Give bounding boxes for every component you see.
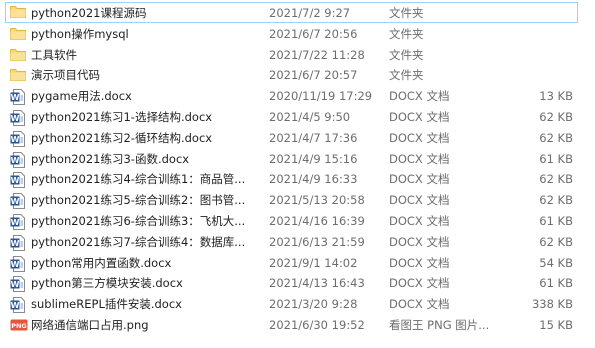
file-size: 15 KB (539, 317, 573, 332)
file-date-modified: 2020/11/19 17:29 (269, 89, 373, 104)
file-name: 工具软件 (31, 47, 77, 62)
file-size: 13 KB (539, 89, 573, 104)
file-type: DOCX 文档 (389, 255, 450, 270)
file-date-modified: 2021/4/9 16:33 (269, 172, 358, 187)
file-name: 网络通信端口占用.png (31, 317, 149, 332)
file-type: DOCX 文档 (389, 193, 450, 208)
file-type: 文件夹 (389, 47, 424, 62)
file-row[interactable]: 演示项目代码 2021/6/7 20:57 文件夹 (0, 64, 595, 85)
file-row[interactable]: Wpython2021练习4-综合训练1：商品管... 2021/4/9 16:3… (0, 168, 595, 189)
file-type: DOCX 文档 (389, 213, 450, 228)
file-size: 54 KB (539, 255, 573, 270)
file-name: python2021练习1-选择结构.docx (31, 109, 213, 124)
file-date-modified: 2021/3/20 9:28 (269, 297, 358, 312)
file-row[interactable]: Wpython常用内置函数.docx 2021/9/1 14:02 DOCX 文档 5… (0, 252, 595, 273)
file-date-modified: 2021/6/13 21:59 (269, 234, 365, 249)
file-date-modified: 2021/4/9 15:16 (269, 151, 358, 166)
file-size: 62 KB (539, 130, 573, 145)
file-row[interactable]: python操作mysql 2021/6/7 20:56 文件夹 (0, 23, 595, 44)
file-size: 338 KB (531, 297, 573, 312)
file-type: DOCX 文档 (389, 276, 450, 291)
file-row[interactable]: Wpython第三方模块安装.docx 2021/4/13 16:43 DOCX 文… (0, 272, 595, 293)
file-date-modified: 2021/4/13 16:43 (269, 276, 365, 291)
file-row[interactable]: Wpygame用法.docx 2020/11/19 17:29 DOCX 文档 13 … (0, 85, 595, 106)
file-date-modified: 2021/4/7 17:36 (269, 130, 358, 145)
file-name: 演示项目代码 (31, 68, 100, 83)
file-type: DOCX 文档 (389, 130, 450, 145)
file-row[interactable]: WsublimeREPL插件安装.docx 2021/3/20 9:28 DOCX … (0, 293, 595, 314)
file-size: 62 KB (539, 109, 573, 124)
file-row[interactable]: Wpython2021练习3-函数.docx 2021/4/9 15:16 DOCX… (0, 148, 595, 169)
file-name: python2021练习2-循环结构.docx (31, 130, 213, 145)
file-row[interactable]: Wpython2021练习2-循环结构.docx 2021/4/7 17:36 DO… (0, 127, 595, 148)
file-date-modified: 2021/7/22 11:28 (269, 47, 365, 62)
file-date-modified: 2021/5/13 20:58 (269, 193, 365, 208)
file-name: python第三方模块安装.docx (31, 276, 183, 291)
file-date-modified: 2021/9/1 14:02 (269, 255, 358, 270)
file-name: python2021课程源码 (31, 6, 147, 20)
file-row[interactable]: Wpython2021练习6-综合训练3：飞机大... 2021/4/16 16:… (0, 210, 595, 231)
file-type: DOCX 文档 (389, 234, 450, 249)
file-row[interactable]: PNG 网络通信端口占用.png 2021/6/30 19:52 看图王 PNG 图片… (0, 314, 595, 335)
file-type: DOCX 文档 (389, 172, 450, 187)
file-date-modified: 2021/4/16 16:39 (269, 213, 365, 228)
file-name: pygame用法.docx (31, 89, 132, 104)
file-list: python2021课程源码 2021/7/2 9:27 文件夹 python操作my… (0, 2, 595, 335)
file-name: python2021练习4-综合训练1：商品管... (31, 172, 246, 187)
file-type: DOCX 文档 (389, 89, 450, 104)
file-name: python2021练习6-综合训练3：飞机大... (31, 213, 246, 228)
file-type: DOCX 文档 (389, 151, 450, 166)
file-type: DOCX 文档 (389, 297, 450, 312)
file-name: python2021练习3-函数.docx (31, 151, 190, 166)
file-size: 62 KB (539, 234, 573, 249)
file-row[interactable]: python2021课程源码 2021/7/2 9:27 文件夹 (5, 2, 578, 23)
file-date-modified: 2021/6/7 20:57 (269, 68, 358, 83)
file-row[interactable]: Wpython2021练习7-综合训练4：数据库... 2021/6/13 21:… (0, 231, 595, 252)
file-type: 文件夹 (389, 26, 424, 41)
file-date-modified: 2021/7/2 9:27 (269, 6, 351, 20)
file-type: DOCX 文档 (389, 109, 450, 124)
file-size: 61 KB (539, 213, 573, 228)
file-size: 61 KB (539, 151, 573, 166)
file-name: python2021练习7-综合训练4：数据库... (31, 234, 246, 249)
file-row[interactable]: 工具软件 2021/7/22 11:28 文件夹 (0, 44, 595, 65)
file-date-modified: 2021/6/30 19:52 (269, 317, 365, 332)
file-type: 文件夹 (389, 6, 424, 20)
file-type: 看图王 PNG 图片... (389, 317, 490, 332)
file-type: 文件夹 (389, 68, 424, 83)
file-size: 62 KB (539, 172, 573, 187)
file-row[interactable]: Wpython2021练习1-选择结构.docx 2021/4/5 9:50 DOC… (0, 106, 595, 127)
file-name: sublimeREPL插件安装.docx (31, 297, 182, 312)
file-row[interactable]: Wpython2021练习5-综合训练2：图书管... 2021/5/13 20:… (0, 189, 595, 210)
file-name: python操作mysql (31, 26, 129, 41)
file-name: python2021练习5-综合训练2：图书管... (31, 193, 246, 208)
file-date-modified: 2021/6/7 20:56 (269, 26, 358, 41)
file-size: 62 KB (539, 193, 573, 208)
file-size: 61 KB (539, 276, 573, 291)
file-name: python常用内置函数.docx (31, 255, 172, 270)
file-date-modified: 2021/4/5 9:50 (269, 109, 351, 124)
